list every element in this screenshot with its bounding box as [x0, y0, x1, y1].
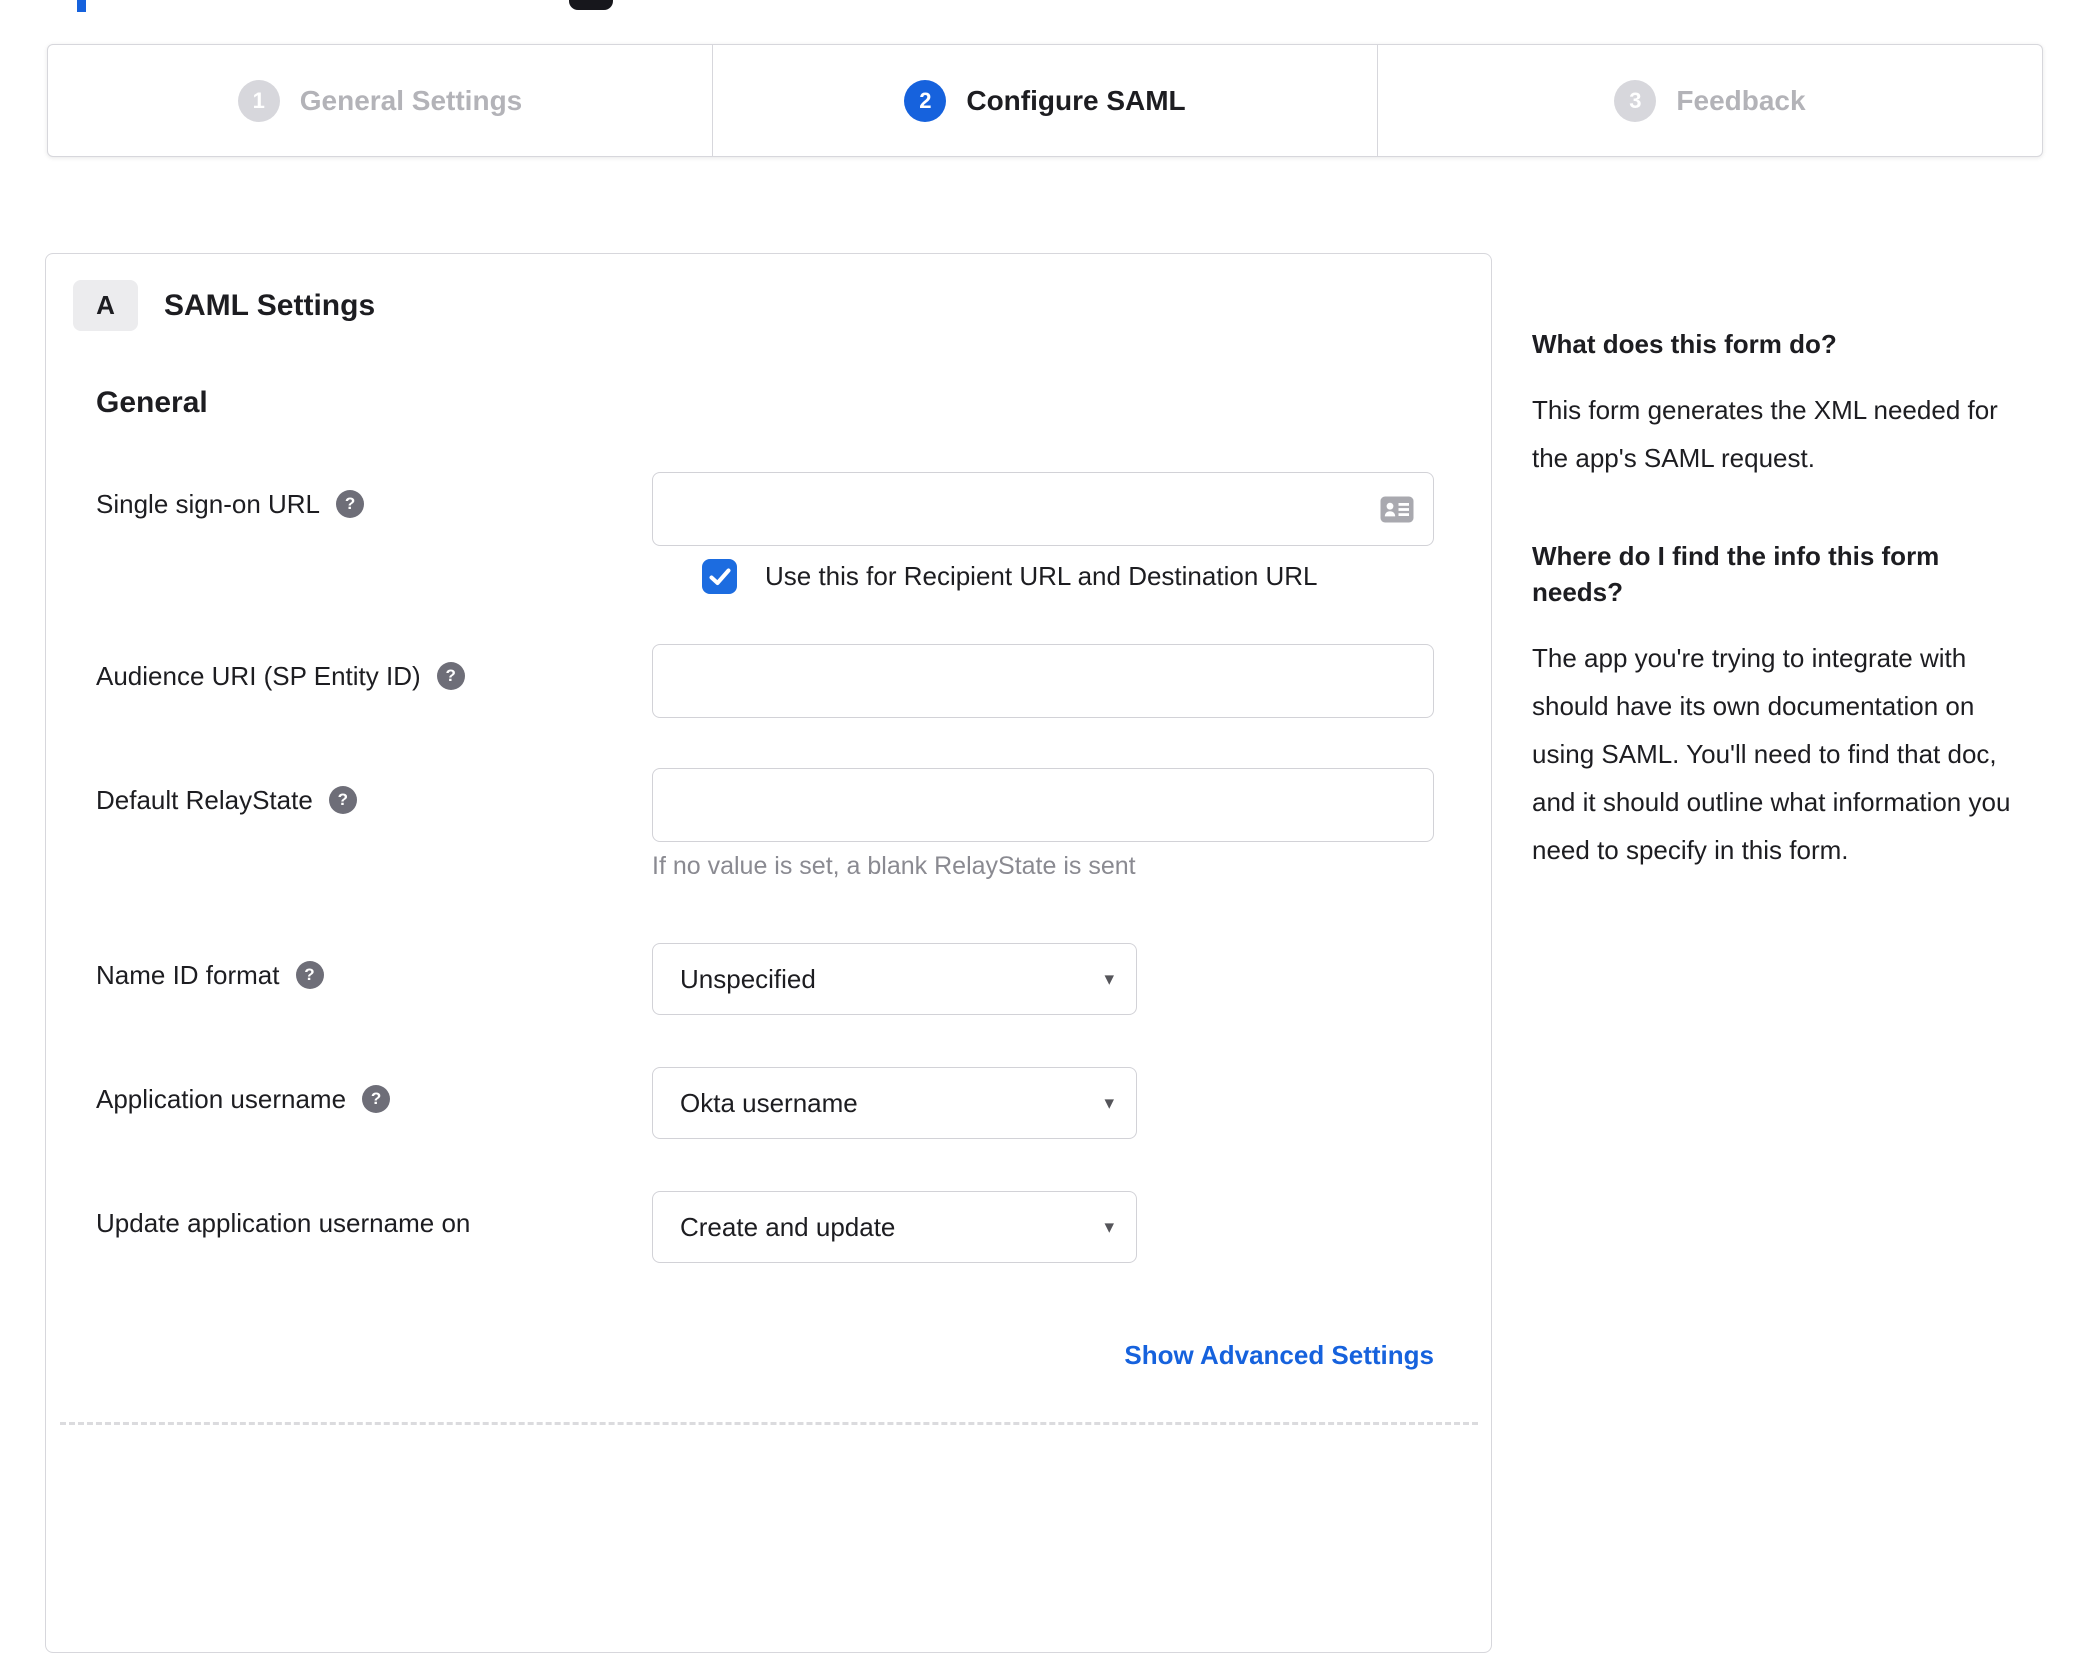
application-username-value: Okta username: [680, 1087, 858, 1118]
step-1-label: General Settings: [299, 84, 523, 116]
sidebar-heading-where: Where do I find the info this form needs…: [1532, 541, 1940, 607]
recipient-url-checkbox-label: Use this for Recipient URL and Destinati…: [765, 561, 1318, 591]
sidebar-heading-what: What does this form do?: [1532, 329, 1837, 359]
audience-uri-row: Audience URI (SP Entity ID) ?: [96, 644, 1434, 718]
relaystate-input[interactable]: [652, 768, 1434, 842]
help-icon[interactable]: ?: [295, 961, 324, 989]
application-username-label-wrap: Application username ?: [96, 1067, 652, 1116]
name-id-format-value: Unspecified: [680, 963, 816, 994]
audience-uri-label-wrap: Audience URI (SP Entity ID) ?: [96, 644, 652, 693]
update-username-row: Update application username on Create an…: [96, 1191, 1137, 1263]
step-1-circle: 1: [237, 79, 280, 122]
update-username-value: Create and update: [680, 1211, 896, 1242]
section-title: SAML Settings: [164, 288, 376, 322]
step-1-number: 1: [252, 87, 265, 113]
step-3-number: 3: [1629, 87, 1642, 113]
audience-uri-input[interactable]: [652, 644, 1434, 718]
help-sidebar: What does this form do? This form genera…: [1532, 326, 2037, 930]
update-username-label: Update application username on: [96, 1208, 471, 1238]
application-username-row: Application username ? Okta username ▾: [96, 1067, 1137, 1139]
step-general-settings[interactable]: 1 General Settings: [48, 45, 712, 156]
relaystate-label: Default RelayState: [96, 785, 313, 815]
step-3-label: Feedback: [1676, 84, 1806, 116]
caret-down-icon: ▾: [1104, 1092, 1114, 1114]
sso-url-row: Single sign-on URL ?: [96, 472, 1434, 546]
checkmark-icon: [709, 568, 730, 585]
section-badge: A: [73, 280, 138, 331]
relaystate-input-wrap: [652, 768, 1434, 842]
name-id-format-select[interactable]: Unspecified ▾: [652, 943, 1137, 1015]
cropped-header-element: [77, 0, 86, 12]
help-icon[interactable]: ?: [362, 1085, 391, 1113]
cropped-app-logo: [569, 0, 613, 10]
recipient-url-checkbox-row: Use this for Recipient URL and Destinati…: [702, 559, 1318, 594]
relaystate-hint: If no value is set, a blank RelayState i…: [652, 852, 1136, 880]
relaystate-row: Default RelayState ?: [96, 768, 1434, 842]
sso-url-input[interactable]: [652, 472, 1434, 546]
sidebar-body-what: This form generates the XML needed for t…: [1532, 395, 1998, 473]
name-id-format-label-wrap: Name ID format ?: [96, 943, 652, 992]
relaystate-label-wrap: Default RelayState ?: [96, 768, 652, 817]
step-2-circle: 2: [904, 79, 947, 122]
step-feedback[interactable]: 3 Feedback: [1377, 45, 2042, 156]
application-username-select[interactable]: Okta username ▾: [652, 1067, 1137, 1139]
application-username-label: Application username: [96, 1084, 347, 1114]
audience-uri-input-wrap: [652, 644, 1434, 718]
general-group-heading: General: [96, 386, 208, 419]
update-username-label-wrap: Update application username on: [96, 1191, 652, 1240]
sidebar-body-where: The app you're trying to integrate with …: [1532, 643, 2011, 865]
sso-url-label: Single sign-on URL: [96, 489, 321, 519]
caret-down-icon: ▾: [1104, 1216, 1114, 1238]
step-3-circle: 3: [1614, 79, 1657, 122]
audience-uri-label: Audience URI (SP Entity ID): [96, 661, 421, 691]
sso-url-input-wrap: [652, 472, 1434, 546]
help-icon[interactable]: ?: [336, 490, 365, 518]
help-icon[interactable]: ?: [328, 786, 357, 814]
name-id-format-row: Name ID format ? Unspecified ▾: [96, 943, 1137, 1015]
step-2-number: 2: [919, 87, 932, 113]
step-2-label: Configure SAML: [966, 84, 1186, 116]
caret-down-icon: ▾: [1104, 968, 1114, 990]
name-id-format-label: Name ID format: [96, 960, 280, 990]
sso-url-label-wrap: Single sign-on URL ?: [96, 472, 652, 521]
help-icon[interactable]: ?: [436, 662, 465, 690]
show-advanced-settings-link[interactable]: Show Advanced Settings: [652, 1340, 1434, 1371]
wizard-stepper: 1 General Settings 2 Configure SAML 3 Fe…: [47, 44, 2043, 157]
contact-card-icon[interactable]: [1380, 496, 1414, 523]
section-divider: [60, 1422, 1478, 1425]
recipient-url-checkbox[interactable]: [702, 559, 737, 594]
update-username-select[interactable]: Create and update ▾: [652, 1191, 1137, 1263]
panel-header: A SAML Settings: [73, 280, 375, 331]
saml-settings-panel: A SAML Settings General Single sign-on U…: [45, 253, 1492, 1653]
step-configure-saml[interactable]: 2 Configure SAML: [712, 45, 1377, 156]
configure-saml-page: 1 General Settings 2 Configure SAML 3 Fe…: [0, 0, 2092, 1653]
